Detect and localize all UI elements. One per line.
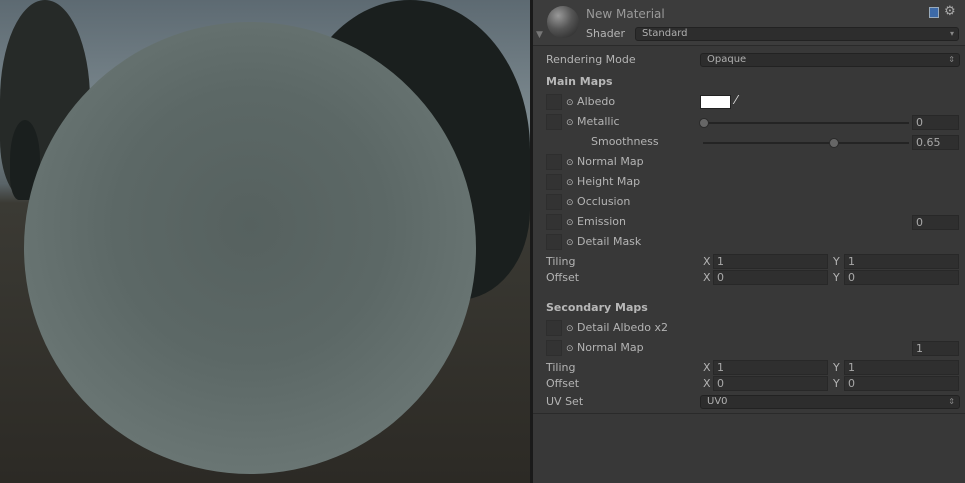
chevron-down-icon: ▾ [949, 29, 954, 38]
offset-y-field[interactable]: 0 [844, 270, 959, 285]
object-picker-icon[interactable]: ⊙ [566, 344, 574, 354]
secondary-tiling-label: Tiling [546, 361, 576, 374]
scene-viewport[interactable] [0, 0, 530, 483]
smoothness-slider[interactable] [703, 142, 909, 144]
help-book-icon[interactable] [929, 7, 939, 18]
detail-mask-label: Detail Mask [577, 235, 642, 248]
rendering-mode-dropdown[interactable]: Opaque ⇕ [700, 53, 960, 67]
metallic-slider-handle[interactable] [699, 118, 709, 128]
offset-x-field[interactable]: 0 [713, 270, 828, 285]
metallic-value-field[interactable]: 0 [912, 115, 959, 130]
occlusion-texture-slot[interactable] [546, 194, 562, 210]
secondary-tiling-x-field[interactable]: 1 [713, 360, 828, 375]
albedo-label: Albedo [577, 95, 616, 108]
y-label: Y [833, 255, 840, 268]
foldout-arrow-icon[interactable]: ▼ [536, 30, 543, 40]
albedo-texture-slot[interactable] [546, 94, 562, 110]
updown-icon: ⇕ [948, 55, 955, 64]
inspector-panel: ▼ New Material Shader Standard ▾ ⚙ Render… [533, 0, 965, 483]
rendering-mode-label: Rendering Mode [546, 53, 636, 66]
uv-set-value: UV0 [707, 396, 728, 407]
gear-icon[interactable]: ⚙ [944, 4, 956, 19]
uv-set-label: UV Set [546, 395, 584, 408]
normal-map-texture-slot[interactable] [546, 154, 562, 170]
secondary-normal-map-label: Normal Map [577, 341, 644, 354]
object-picker-icon[interactable]: ⊙ [566, 218, 574, 228]
secondary-offset-label: Offset [546, 377, 580, 390]
secondary-tiling-y-field[interactable]: 1 [844, 360, 959, 375]
object-picker-icon[interactable]: ⊙ [566, 238, 574, 248]
secondary-normal-value-field[interactable]: 1 [912, 341, 959, 356]
offset-label: Offset [546, 271, 580, 284]
object-picker-icon[interactable]: ⊙ [566, 324, 574, 334]
x-label: X [703, 255, 711, 268]
y-label: Y [833, 271, 840, 284]
object-picker-icon[interactable]: ⊙ [566, 98, 574, 108]
emission-label: Emission [577, 215, 626, 228]
albedo-color-swatch[interactable] [700, 95, 731, 109]
smoothness-value-field[interactable]: 0.65 [912, 135, 959, 150]
eyedropper-icon[interactable]: ⁄ [735, 93, 737, 107]
emission-texture-slot[interactable] [546, 214, 562, 230]
updown-icon: ⇕ [948, 397, 955, 406]
material-preview-sphere [24, 22, 476, 474]
metallic-texture-slot[interactable] [546, 114, 562, 130]
shader-value: Standard [642, 28, 688, 39]
detail-albedo-texture-slot[interactable] [546, 320, 562, 336]
smoothness-slider-handle[interactable] [829, 138, 839, 148]
section-divider [533, 413, 965, 414]
tiling-x-field[interactable]: 1 [713, 254, 828, 269]
metallic-slider[interactable] [703, 122, 909, 124]
secondary-offset-y-field[interactable]: 0 [844, 376, 959, 391]
x-label: X [703, 377, 711, 390]
secondary-normal-map-texture-slot[interactable] [546, 340, 562, 356]
material-header: ▼ New Material Shader Standard ▾ ⚙ [533, 0, 965, 46]
x-label: X [703, 361, 711, 374]
y-label: Y [833, 377, 840, 390]
object-picker-icon[interactable]: ⊙ [566, 158, 574, 168]
normal-map-label: Normal Map [577, 155, 644, 168]
height-map-texture-slot[interactable] [546, 174, 562, 190]
shader-label: Shader [586, 27, 625, 40]
x-label: X [703, 271, 711, 284]
emission-value-field[interactable]: 0 [912, 215, 959, 230]
detail-albedo-label: Detail Albedo x2 [577, 321, 668, 334]
main-maps-heading: Main Maps [546, 75, 613, 88]
metallic-label: Metallic [577, 115, 620, 128]
height-map-label: Height Map [577, 175, 641, 188]
shader-dropdown[interactable]: Standard ▾ [635, 27, 959, 41]
object-picker-icon[interactable]: ⊙ [566, 198, 574, 208]
smoothness-label: Smoothness [591, 135, 659, 148]
rendering-mode-value: Opaque [707, 54, 747, 65]
secondary-offset-x-field[interactable]: 0 [713, 376, 828, 391]
tiling-y-field[interactable]: 1 [844, 254, 959, 269]
tiling-label: Tiling [546, 255, 576, 268]
object-picker-icon[interactable]: ⊙ [566, 178, 574, 188]
secondary-maps-heading: Secondary Maps [546, 301, 648, 314]
material-title: New Material [586, 7, 665, 21]
object-picker-icon[interactable]: ⊙ [566, 118, 574, 128]
detail-mask-texture-slot[interactable] [546, 234, 562, 250]
uv-set-dropdown[interactable]: UV0 ⇕ [700, 395, 960, 409]
occlusion-label: Occlusion [577, 195, 631, 208]
y-label: Y [833, 361, 840, 374]
material-preview-icon [547, 6, 579, 38]
